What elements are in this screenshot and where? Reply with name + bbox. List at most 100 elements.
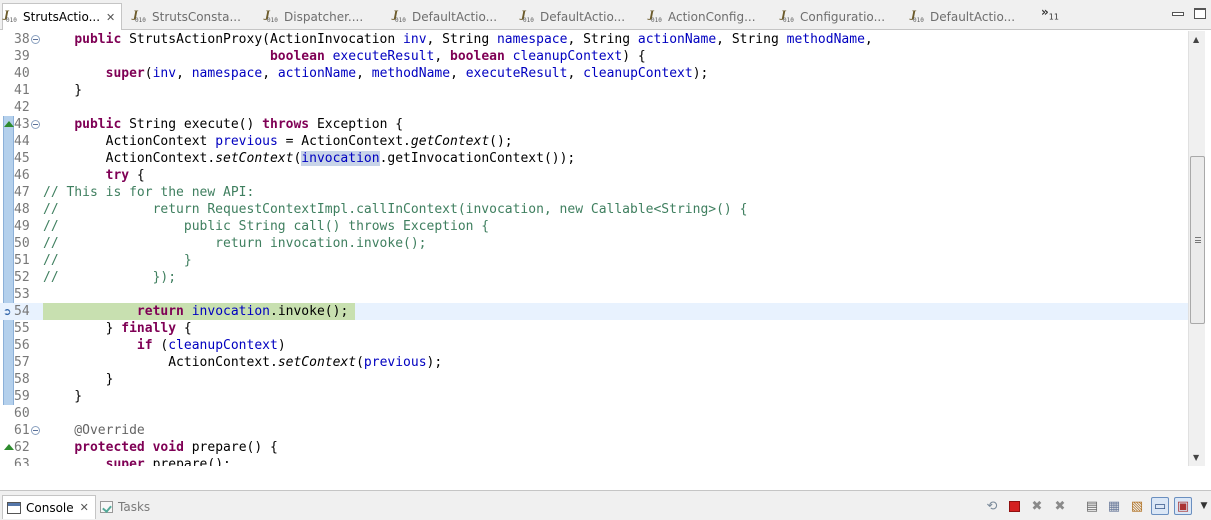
code-line[interactable]: 55 } finally { [0,320,1188,337]
code-line[interactable]: 48 // return RequestContextImpl.callInCon… [0,201,1188,218]
fold-collapse-icon[interactable] [31,426,40,435]
pin-console-icon[interactable]: ▭ [1151,497,1169,515]
code-line[interactable]: 39 boolean executeResult, boolean cleanu… [0,48,1188,65]
scroll-up-icon[interactable]: ▲ [1193,35,1199,44]
override-marker-icon[interactable] [4,121,14,127]
editor-tab-struts-constants[interactable]: J 010 StrutsConsta... [132,4,241,30]
tab-tasks[interactable]: Tasks [100,495,150,519]
code-token: { [129,168,145,183]
code-line[interactable]: 60 [0,405,1188,422]
editor-tab-default-action-3[interactable]: J 010 DefaultActio... [910,4,1015,30]
code-line[interactable]: 58 } [0,371,1188,388]
code-line[interactable]: 53 [0,286,1188,303]
editor-tab-struts-action-proxy[interactable]: J 010 StrutsActio... ✕ [2,3,123,30]
tab-label: Dispatcher.... [284,10,364,24]
code-line[interactable]: 41 } [0,82,1188,99]
override-marker-icon[interactable] [4,444,14,450]
close-icon[interactable]: ✕ [106,11,115,24]
code-text: // This is for the new API: [43,184,254,201]
remove-all-icon[interactable]: ✖ [1051,497,1069,515]
minimize-icon[interactable] [1171,8,1184,19]
code-line[interactable]: 47 // This is for the new API: [0,184,1188,201]
editor-tab-action-config[interactable]: J 010 ActionConfig... [648,4,756,30]
code-token: , [356,66,372,81]
code-token: ) { [622,49,646,64]
code-token: // return invocation.invoke(); [43,236,427,251]
code-line[interactable]: 57 ActionContext.setContext(previous); [0,354,1188,371]
terminate-icon[interactable] [1005,497,1023,515]
line-number: 46 [14,168,30,183]
line-number: 53 [14,287,30,302]
code-line[interactable]: 63 super.prepare(); [0,456,1188,466]
line-number: 39 [14,49,30,64]
code-token: StrutsActionProxy(ActionInvocation [121,32,404,47]
code-line[interactable]: 46 try { [0,167,1188,184]
open-console-icon[interactable]: ▼ [1195,497,1211,515]
code-text: ActionContext.setContext(previous); [43,354,442,371]
code-text: // } [43,252,192,269]
code-token: actionName [637,32,717,47]
link-icon[interactable]: ⟲ [983,497,1001,515]
code-line[interactable]: 59 } [0,388,1188,405]
code-token: actionName [277,66,357,81]
editor-tab-configuration[interactable]: J 010 Configuratio... [780,4,885,30]
code-token: .invoke(); [270,304,349,319]
maximize-icon[interactable] [1194,8,1206,19]
code-line[interactable]: 44 ActionContext previous = ActionContex… [0,133,1188,150]
code-line[interactable]: 45 ActionContext.setContext(invocation.g… [0,150,1188,167]
code-line[interactable]: 49 // public String call() throws Excepti… [0,218,1188,235]
vertical-scrollbar[interactable]: ▲ ▼ [1188,31,1205,466]
vertical-scroll-thumb[interactable] [1190,156,1205,324]
code-line[interactable]: 62 protected void prepare() { [0,439,1188,456]
editor-tab-default-action-2[interactable]: J 010 DefaultActio... [520,4,625,30]
display-console-icon[interactable]: ▣ [1174,497,1192,515]
code-line[interactable]: 56 if (cleanupContext) [0,337,1188,354]
word-wrap-icon[interactable]: ▧ [1128,497,1146,515]
code-text: } [43,388,82,405]
code-line[interactable]: 50 // return invocation.invoke(); [0,235,1188,252]
line-number: 43 [14,117,30,132]
code-line[interactable]: 52 // }); [0,269,1188,286]
line-number: 40 [14,66,30,81]
code-text: } finally { [43,320,192,337]
editor-tab-default-action-1[interactable]: J 010 DefaultActio... [392,4,497,30]
code-token: // return RequestContextImpl.callInConte… [43,202,748,217]
code-line[interactable]: 51 // } [0,252,1188,269]
code-text: // }); [43,269,176,286]
tab-console[interactable]: Console ✕ [2,495,96,519]
line-number: 57 [14,355,30,370]
code-line[interactable]: 40 super(inv, namespace, actionName, met… [0,65,1188,82]
fold-collapse-icon[interactable] [31,120,40,129]
code-token: void [152,440,184,455]
code-token: if [136,338,153,353]
code-token: , String [567,32,638,47]
line-number: 60 [14,406,30,421]
code-line[interactable]: 61 @Override [0,422,1188,439]
clear-console-icon[interactable]: ▤ [1083,497,1101,515]
scroll-lock-icon[interactable]: ▦ [1105,497,1123,515]
remove-launch-icon[interactable]: ✖ [1028,497,1046,515]
close-icon[interactable]: ✕ [80,501,89,514]
code-line[interactable]: 42 [0,99,1188,116]
line-number: 61 [14,423,30,438]
code-line[interactable]: 38 public StrutsActionProxy(ActionInvoca… [0,31,1188,48]
code-token: executeResult [332,49,435,64]
current-instruction-line[interactable]: 54 return invocation.invoke(); ➲ [0,303,1188,320]
java-code-editor[interactable]: 38 public StrutsActionProxy(ActionInvoca… [0,31,1211,466]
code-token: finally [121,321,177,336]
editor-tab-dispatcher[interactable]: J 010 Dispatcher.... [264,4,363,30]
code-token: protected [74,440,145,455]
scroll-down-icon[interactable]: ▼ [1193,453,1199,462]
code-text: ActionContext.setContext(invocation.getI… [43,150,575,167]
code-line[interactable]: 43 public String execute() throws Except… [0,116,1188,133]
code-text: // return RequestContextImpl.callInConte… [43,201,747,218]
code-token: previous [363,355,427,370]
tab-overflow-button[interactable]: »11 [1041,5,1059,21]
line-number: 47 [14,185,30,200]
code-text: return invocation.invoke(); [43,303,348,320]
fold-collapse-icon[interactable] [31,35,40,44]
